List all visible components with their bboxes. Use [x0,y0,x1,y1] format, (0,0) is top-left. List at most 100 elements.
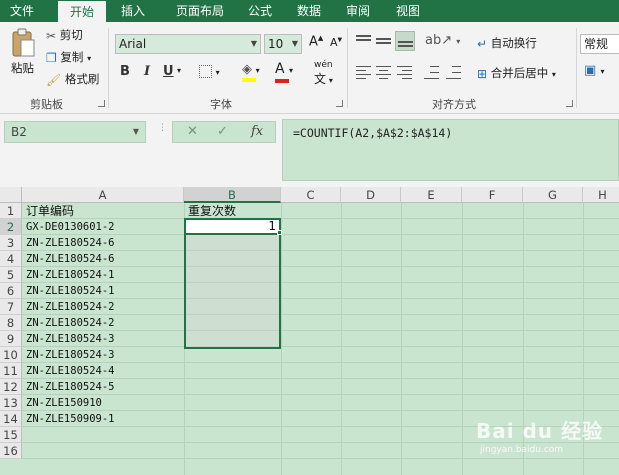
baidu-watermark-url: jingyan.baidu.com [480,445,564,455]
row-header-9[interactable]: 9 [0,331,22,347]
copy-label: 复制 [60,50,84,64]
cell-a1[interactable]: 订单编码 [26,203,74,219]
font-size-select[interactable]: 10 ▼ [264,34,302,54]
row-header-5[interactable]: 5 [0,267,22,283]
cell-a5[interactable]: ZN-ZLE180524-1 [26,267,115,283]
copy-icon: ❐ [46,50,57,65]
tab-data[interactable]: 数据 [288,0,330,22]
shrink-font-button[interactable]: A▼ [330,36,342,49]
chevron-down-icon: ▾ [215,68,220,77]
font-name-select[interactable]: Arial ▼ [115,34,261,54]
row-header-14[interactable]: 14 [0,411,22,427]
column-header-a[interactable]: A [22,187,184,203]
column-header-d[interactable]: D [341,187,401,203]
row-header-8[interactable]: 8 [0,315,22,331]
insert-function-button[interactable]: fx [251,124,263,139]
orientation-button[interactable]: ab↗ ▾ [425,33,460,48]
column-header-b[interactable]: B [184,187,281,203]
tab-insert[interactable]: 插入 [113,0,153,22]
align-center-button[interactable] [376,66,392,80]
fill-handle[interactable] [277,230,282,235]
chevron-down-icon: ▼ [291,39,298,48]
tab-file[interactable]: 文件 [0,0,44,22]
cut-button[interactable]: ✂ 剪切 [46,27,83,43]
row-header-13[interactable]: 13 [0,395,22,411]
row-header-16[interactable]: 16 [0,443,22,459]
cell-a11[interactable]: ZN-ZLE180524-4 [26,363,115,379]
cell-a14[interactable]: ZN-ZLE150909-1 [26,411,115,427]
column-header-c[interactable]: C [281,187,341,203]
tab-home[interactable]: 开始 [58,1,106,22]
borders-button[interactable]: ▾ [199,64,220,78]
cell-a4[interactable]: ZN-ZLE180524-6 [26,251,115,267]
tab-review[interactable]: 审阅 [337,0,379,22]
font-size-value: 10 [268,37,284,51]
paste-button[interactable] [10,28,36,58]
column-header-h[interactable]: H [583,187,619,203]
format-painter-button[interactable]: 🖌 格式刷 [46,71,99,87]
row-header-10[interactable]: 10 [0,347,22,363]
cell-b1[interactable]: 重复次数 [188,203,236,219]
chevron-down-icon[interactable]: ▾ [177,66,181,75]
row-header-15[interactable]: 15 [0,427,22,443]
name-box[interactable]: B2 ▼ [4,121,146,143]
row-header-1[interactable]: 1 [0,203,22,219]
bold-button[interactable]: B [120,64,130,79]
align-left-button[interactable] [356,66,372,80]
cell-a12[interactable]: ZN-ZLE180524-5 [26,379,115,395]
cell-a3[interactable]: ZN-ZLE180524-6 [26,235,115,251]
row-header-3[interactable]: 3 [0,235,22,251]
selection-range-b2-b9 [184,218,281,349]
align-top-button[interactable] [356,34,372,48]
tab-page-layout[interactable]: 页面布局 [165,0,235,22]
select-all-corner[interactable] [0,187,22,203]
cell-a8[interactable]: ZN-ZLE180524-2 [26,315,115,331]
decrease-indent-button[interactable] [424,66,440,80]
italic-button[interactable]: I [144,64,150,79]
row-header-4[interactable]: 4 [0,251,22,267]
accounting-format-button[interactable]: ▣ ▾ [584,63,604,78]
column-header-e[interactable]: E [401,187,462,203]
column-header-f[interactable]: F [462,187,523,203]
row-header-2[interactable]: 2 [0,219,22,235]
merge-center-button[interactable]: ⊞ 合并后居中 ▾ [477,65,556,81]
clipboard-launcher[interactable] [98,100,105,107]
underline-button[interactable]: U [163,64,174,79]
formula-input[interactable]: =COUNTIF(A2,$A$2:$A$14) [282,119,619,181]
group-separator [108,28,109,108]
scissors-icon: ✂ [46,28,57,43]
fill-color-button[interactable]: ◈ ▾ [242,62,260,82]
cell-a9[interactable]: ZN-ZLE180524-3 [26,331,115,347]
cell-a7[interactable]: ZN-ZLE180524-2 [26,299,115,315]
align-middle-button[interactable] [376,34,392,48]
alignment-launcher[interactable] [566,100,573,107]
row-header-12[interactable]: 12 [0,379,22,395]
confirm-entry-button[interactable]: ✓ [217,124,228,139]
cell-a6[interactable]: ZN-ZLE180524-1 [26,283,115,299]
wrap-text-button[interactable]: ↵ 自动换行 [477,35,537,51]
align-bottom-button[interactable] [395,31,415,51]
font-launcher[interactable] [336,100,343,107]
row-header-6[interactable]: 6 [0,283,22,299]
column-header-g[interactable]: G [523,187,583,203]
font-color-button[interactable]: A ▾ [275,61,293,83]
grow-font-button[interactable]: A▲ [309,34,323,49]
copy-button[interactable]: ❐ 复制 ▾ [46,49,91,65]
phonetic-button[interactable]: wén 文 ▾ [314,60,333,87]
merge-center-label: 合并后居中 [490,66,549,80]
cell-a2[interactable]: GX-DE0130601-2 [26,219,115,235]
formula-bar-grip-icon: ⋮ [158,123,167,133]
row-header-7[interactable]: 7 [0,299,22,315]
cell-a13[interactable]: ZN-ZLE150910 [26,395,102,411]
cell-a10[interactable]: ZN-ZLE180524-3 [26,347,115,363]
cancel-entry-button[interactable]: ✕ [187,124,198,139]
increase-indent-button[interactable] [446,66,462,80]
gridline [22,458,619,459]
row-header-11[interactable]: 11 [0,363,22,379]
tab-formulas[interactable]: 公式 [240,0,280,22]
cut-label: 剪切 [59,28,83,42]
number-format-select[interactable]: 常规 [580,34,619,54]
align-right-button[interactable] [397,66,413,80]
chevron-down-icon: ▼ [132,127,139,136]
tab-view[interactable]: 视图 [387,0,429,22]
